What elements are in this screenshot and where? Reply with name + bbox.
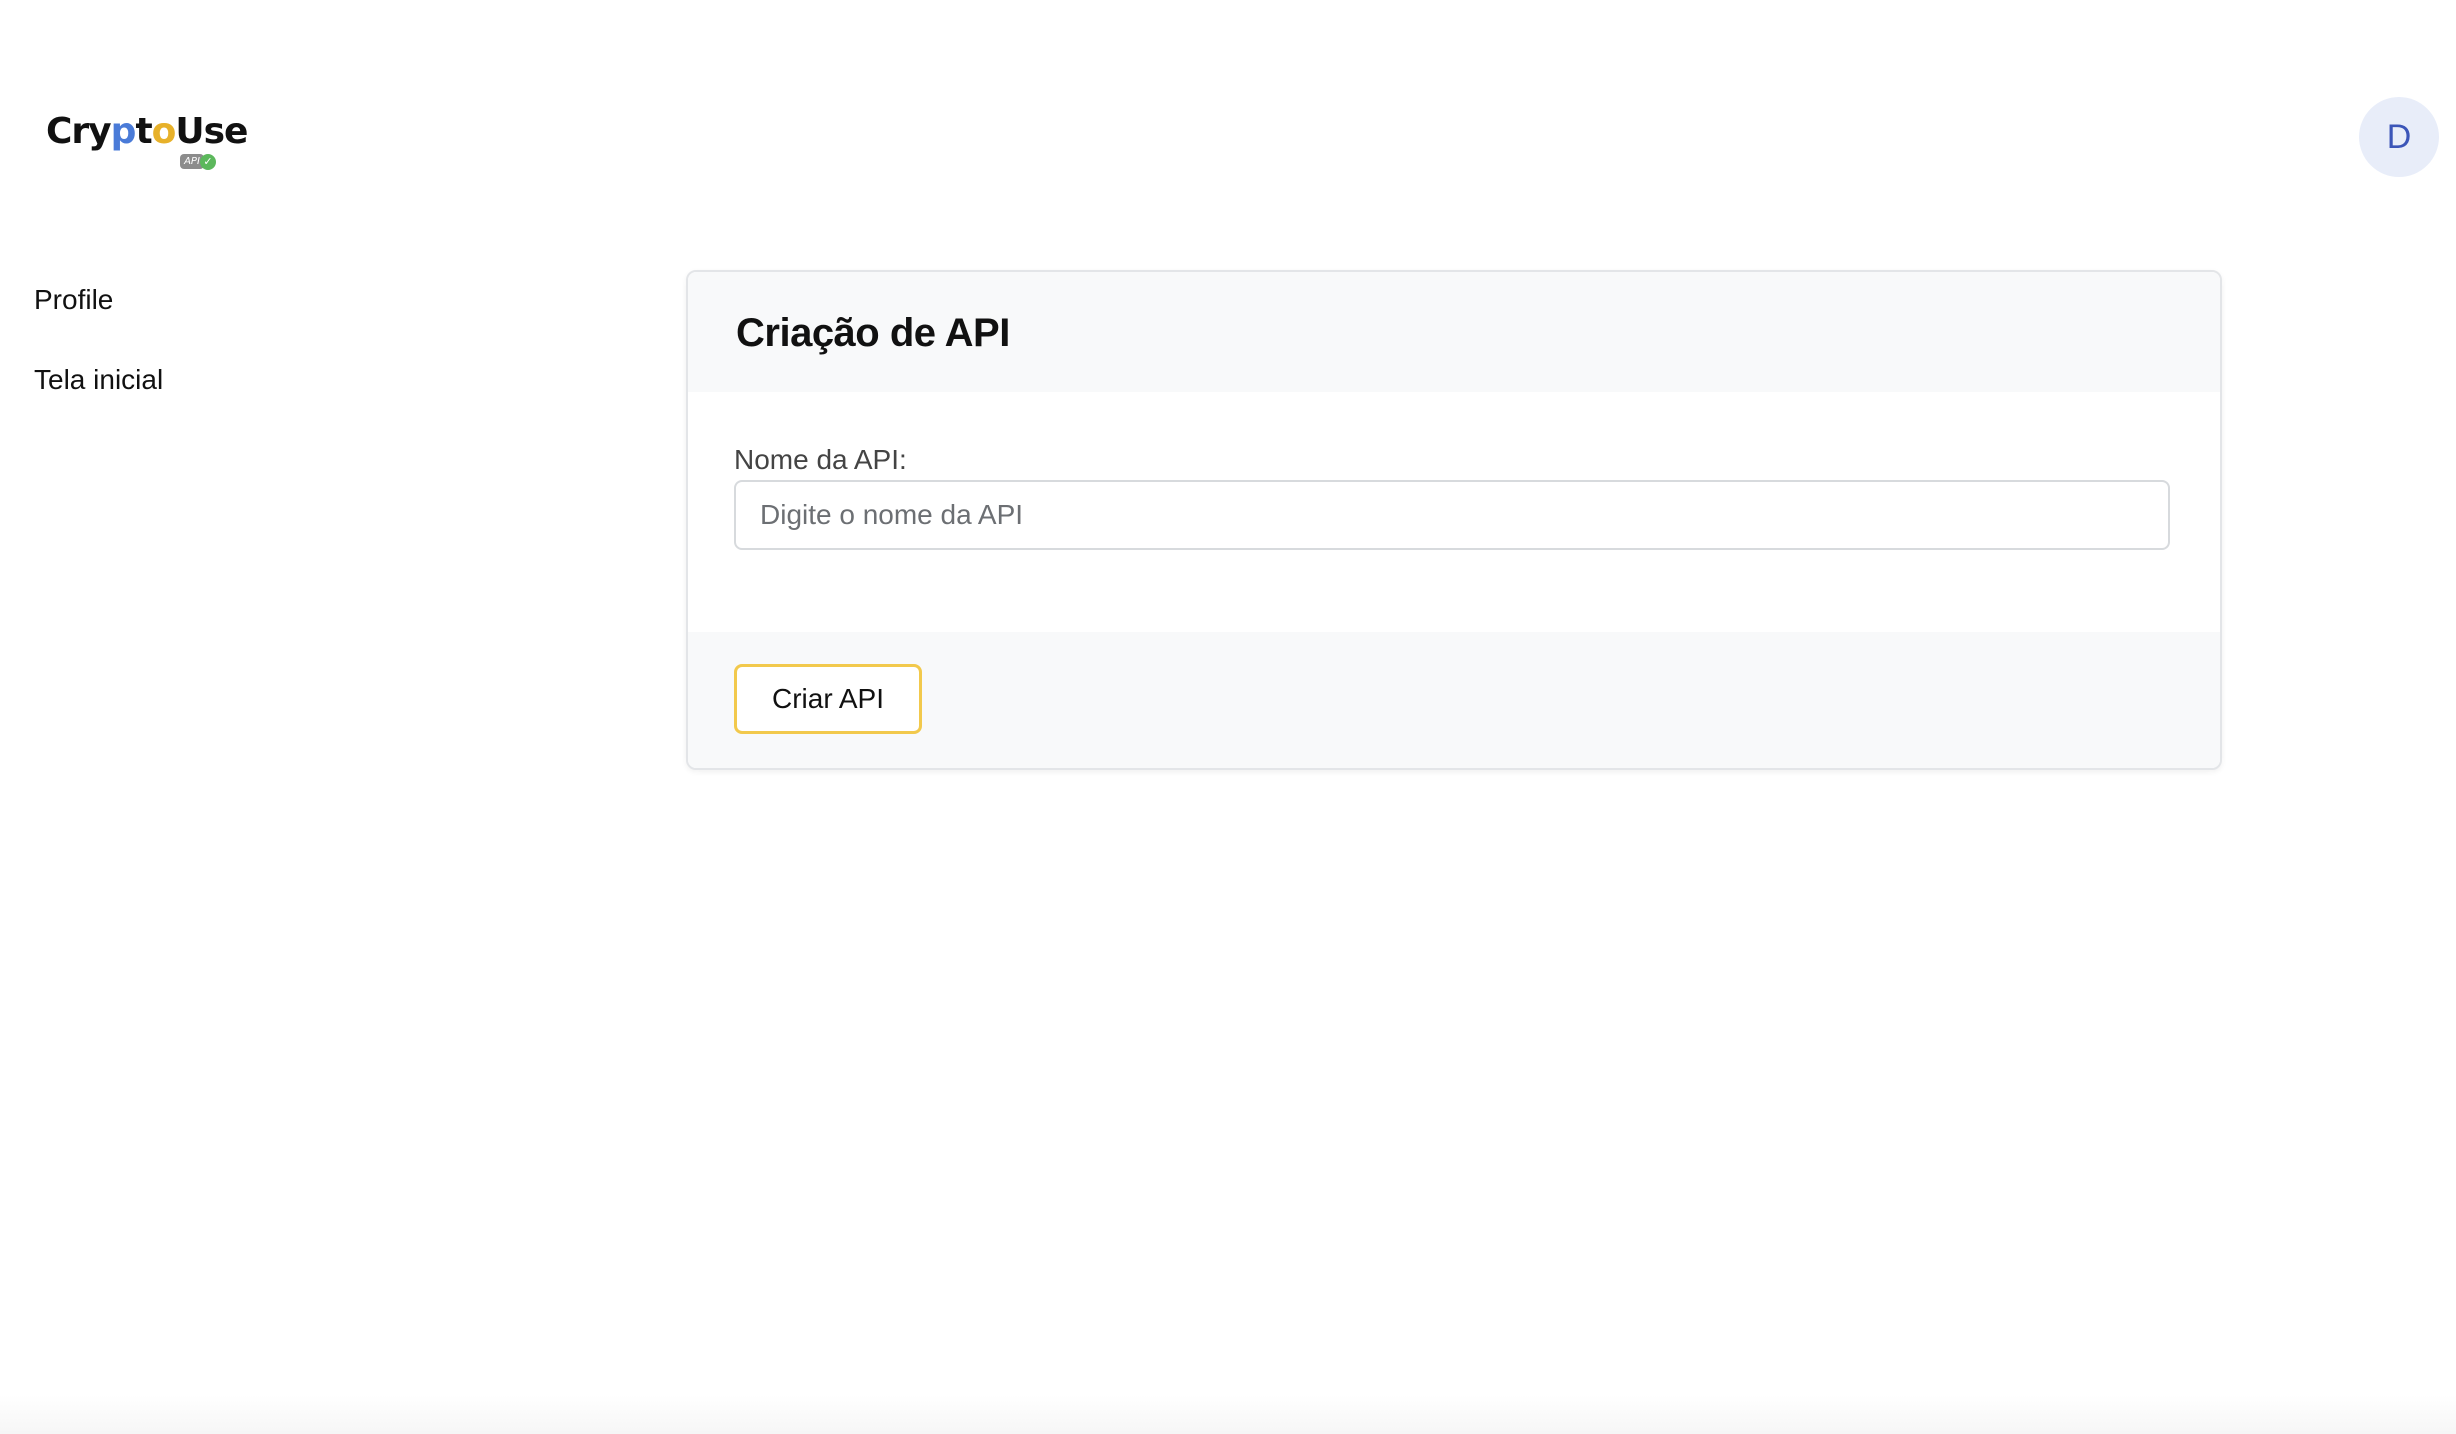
- logo-letter-c: C: [46, 111, 72, 152]
- card-title: Criação de API: [736, 311, 1010, 355]
- logo-wordmark: CryptoUse: [46, 110, 248, 154]
- sidebar-item-profile[interactable]: Profile: [34, 280, 434, 320]
- logo-letter-t: t: [135, 111, 152, 152]
- sidebar: Profile Tela inicial: [34, 280, 434, 440]
- card-header: Criação de API: [688, 272, 2220, 392]
- logo-letter-p: p: [110, 111, 137, 152]
- check-icon: ✓: [200, 154, 216, 170]
- logo-letters-use: Use: [175, 111, 248, 152]
- page: CryptoUse API ✓ D Profile Tela inicial C…: [0, 0, 2456, 1434]
- logo-letters-ry: ry: [71, 111, 111, 152]
- cryptouse-logo[interactable]: CryptoUse API ✓: [46, 110, 248, 176]
- api-name-label: Nome da API:: [734, 444, 907, 475]
- user-avatar[interactable]: D: [2359, 97, 2439, 177]
- logo-letter-o: o: [151, 111, 177, 152]
- api-name-input[interactable]: [734, 480, 2170, 550]
- create-api-button[interactable]: Criar API: [734, 664, 922, 734]
- sidebar-item-tela-inicial[interactable]: Tela inicial: [34, 360, 434, 400]
